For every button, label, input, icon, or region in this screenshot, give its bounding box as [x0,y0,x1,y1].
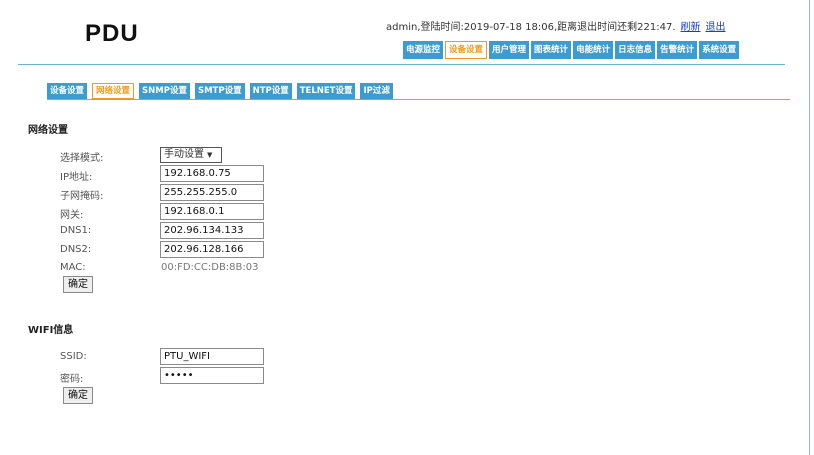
ssid-input[interactable] [160,348,264,365]
dropdown-arrow-icon: ▼ [207,151,213,159]
tab-snmp-settings[interactable]: SNMP设置 [139,83,190,99]
tab-network-settings[interactable]: 网络设置 [92,83,135,99]
gateway-input[interactable] [160,203,264,220]
main-nav-power-monitor[interactable]: 电源监控 [403,41,444,59]
network-confirm-button[interactable]: 确定 [63,276,93,293]
gateway-label: 网关: [60,210,84,221]
app-logo: PDU [85,20,139,47]
mac-label: MAC: [60,262,86,273]
wifi-section-title: WIFI信息 [28,325,74,336]
main-nav-log-info[interactable]: 日志信息 [615,41,656,59]
mode-label: 选择模式: [60,153,104,164]
ip-address-input[interactable] [160,165,264,182]
ssid-label: SSID: [60,351,87,362]
logout-link[interactable]: 退出 [706,22,726,33]
session-text: admin,登陆时间:2019-07-18 18:06,距离退出时间还剩221:… [386,22,676,33]
main-nav-device-settings[interactable]: 设备设置 [445,41,488,59]
tab-ntp-settings[interactable]: NTP设置 [249,83,292,99]
main-nav-chart-stats[interactable]: 图表统计 [531,41,572,59]
dns1-input[interactable] [160,222,264,239]
mac-value: 00:FD:CC:DB:8B:03 [161,262,259,273]
session-info: admin,登陆时间:2019-07-18 18:06,距离退出时间还剩221:… [386,18,726,33]
main-nav-energy-stats[interactable]: 电能统计 [573,41,614,59]
main-nav-system-settings[interactable]: 系统设置 [699,41,740,59]
main-nav: 电源监控 设备设置 用户管理 图表统计 电能统计 日志信息 告警统计 系统设置 [403,41,740,59]
tab-smtp-settings[interactable]: SMTP设置 [194,83,245,99]
main-nav-user-management[interactable]: 用户管理 [489,41,530,59]
main-nav-alarm-stats[interactable]: 告警统计 [657,41,698,59]
dns1-label: DNS1: [60,225,92,236]
dns2-label: DNS2: [60,244,92,255]
mode-select[interactable]: 手动设置 ▼ [160,147,222,163]
subnet-mask-label: 子网掩码: [60,191,104,202]
wifi-confirm-button[interactable]: 确定 [63,387,93,404]
network-section-title: 网络设置 [28,125,68,136]
wifi-password-input[interactable] [160,367,264,384]
subnet-mask-input[interactable] [160,184,264,201]
mode-select-value: 手动设置 [164,149,204,160]
tab-device-settings[interactable]: 设备设置 [47,83,88,99]
header-divider [18,64,785,65]
tab-ip-filter[interactable]: IP过滤 [360,83,393,99]
sub-nav-divider [47,99,790,100]
wifi-password-label: 密码: [60,374,84,385]
dns2-input[interactable] [160,241,264,258]
tab-telnet-settings[interactable]: TELNET设置 [296,83,356,99]
sub-nav: 设备设置 网络设置 SNMP设置 SMTP设置 NTP设置 TELNET设置 I… [47,83,393,99]
page-right-border [809,0,810,455]
ip-label: IP地址: [60,172,93,183]
refresh-link[interactable]: 刷新 [681,22,701,33]
